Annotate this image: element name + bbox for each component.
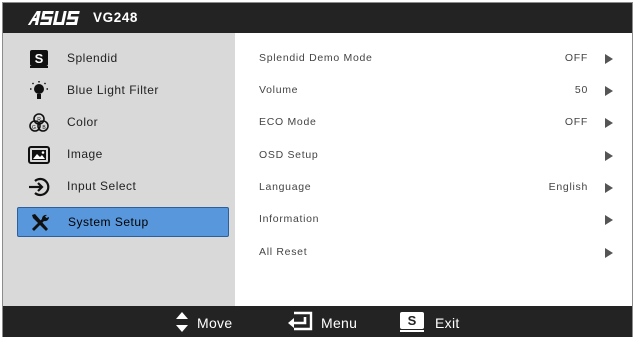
arrow-right-icon <box>605 183 613 193</box>
title-bar: VG248 <box>3 3 632 33</box>
menu-item-label: System Setup <box>68 215 149 229</box>
submenu-panel: Splendid Demo Mode OFF Volume 50 ECO Mod… <box>235 33 632 306</box>
setting-label: All Reset <box>259 246 308 258</box>
key-hint-bar: Move Menu S Exit <box>3 306 632 337</box>
setting-label: Language <box>259 181 312 193</box>
menu-item-label: Input Select <box>67 179 137 193</box>
setting-language[interactable]: Language English <box>235 176 632 200</box>
setting-volume[interactable]: Volume 50 <box>235 79 632 103</box>
setting-osd-setup[interactable]: OSD Setup <box>235 144 632 168</box>
image-icon <box>28 146 50 164</box>
setting-value: 50 <box>574 84 588 96</box>
up-down-arrows-icon <box>176 312 188 332</box>
bulb-icon <box>30 81 48 99</box>
menu-hint[interactable]: Menu <box>285 306 375 337</box>
menu-item-label: Image <box>67 147 103 161</box>
setting-label: ECO Mode <box>259 116 317 128</box>
setting-splendid-demo-mode[interactable]: Splendid Demo Mode OFF <box>235 47 632 71</box>
menu-item-splendid[interactable]: S Splendid <box>17 45 229 73</box>
menu-item-blue-light-filter[interactable]: Blue Light Filter <box>17 77 229 105</box>
enter-menu-icon <box>288 311 313 331</box>
menu-item-label: Splendid <box>67 51 118 65</box>
setting-label: Volume <box>259 84 299 96</box>
menu-label: Menu <box>321 315 358 331</box>
menu-item-system-setup[interactable]: System Setup <box>17 207 229 237</box>
tools-icon <box>32 214 50 231</box>
setting-label: OSD Setup <box>259 149 319 161</box>
setting-value: OFF <box>564 116 588 128</box>
input-select-icon <box>29 177 50 197</box>
svg-text:G: G <box>32 125 36 131</box>
setting-eco-mode[interactable]: ECO Mode OFF <box>235 111 632 135</box>
arrow-right-icon <box>605 118 613 128</box>
exit-key-glyph: S <box>407 313 417 328</box>
move-hint[interactable]: Move <box>171 306 251 337</box>
setting-value: OFF <box>564 52 588 64</box>
svg-text:R: R <box>37 117 41 123</box>
setting-label: Information <box>259 213 320 225</box>
model-name: VG248 <box>93 10 139 25</box>
arrow-right-icon <box>605 86 613 96</box>
color-rgb-icon: R G B <box>29 113 49 132</box>
move-label: Move <box>197 315 233 331</box>
menu-item-image[interactable]: Image <box>17 141 229 169</box>
setting-label: Splendid Demo Mode <box>259 52 373 64</box>
arrow-right-icon <box>605 248 613 258</box>
setting-information[interactable]: Information <box>235 208 632 232</box>
menu-item-label: Color <box>67 115 99 129</box>
arrow-right-icon <box>605 54 613 64</box>
setting-all-reset[interactable]: All Reset <box>235 241 632 265</box>
splendid-s-icon: S <box>30 50 48 68</box>
arrow-right-icon <box>605 151 613 161</box>
main-menu: S Splendid Blue Light Filter R G B Color… <box>3 33 235 306</box>
exit-hint[interactable]: S Exit <box>399 306 479 337</box>
setting-value: English <box>548 181 588 193</box>
menu-item-label: Blue Light Filter <box>67 83 159 97</box>
svg-text:S: S <box>35 51 44 66</box>
menu-item-input-select[interactable]: Input Select <box>17 173 229 201</box>
arrow-right-icon <box>605 215 613 225</box>
exit-label: Exit <box>435 315 460 331</box>
osd-window: VG248 S Splendid Blue Light Filter R G B… <box>2 2 633 337</box>
menu-item-color[interactable]: R G B Color <box>17 109 229 137</box>
asus-logo <box>27 11 80 25</box>
